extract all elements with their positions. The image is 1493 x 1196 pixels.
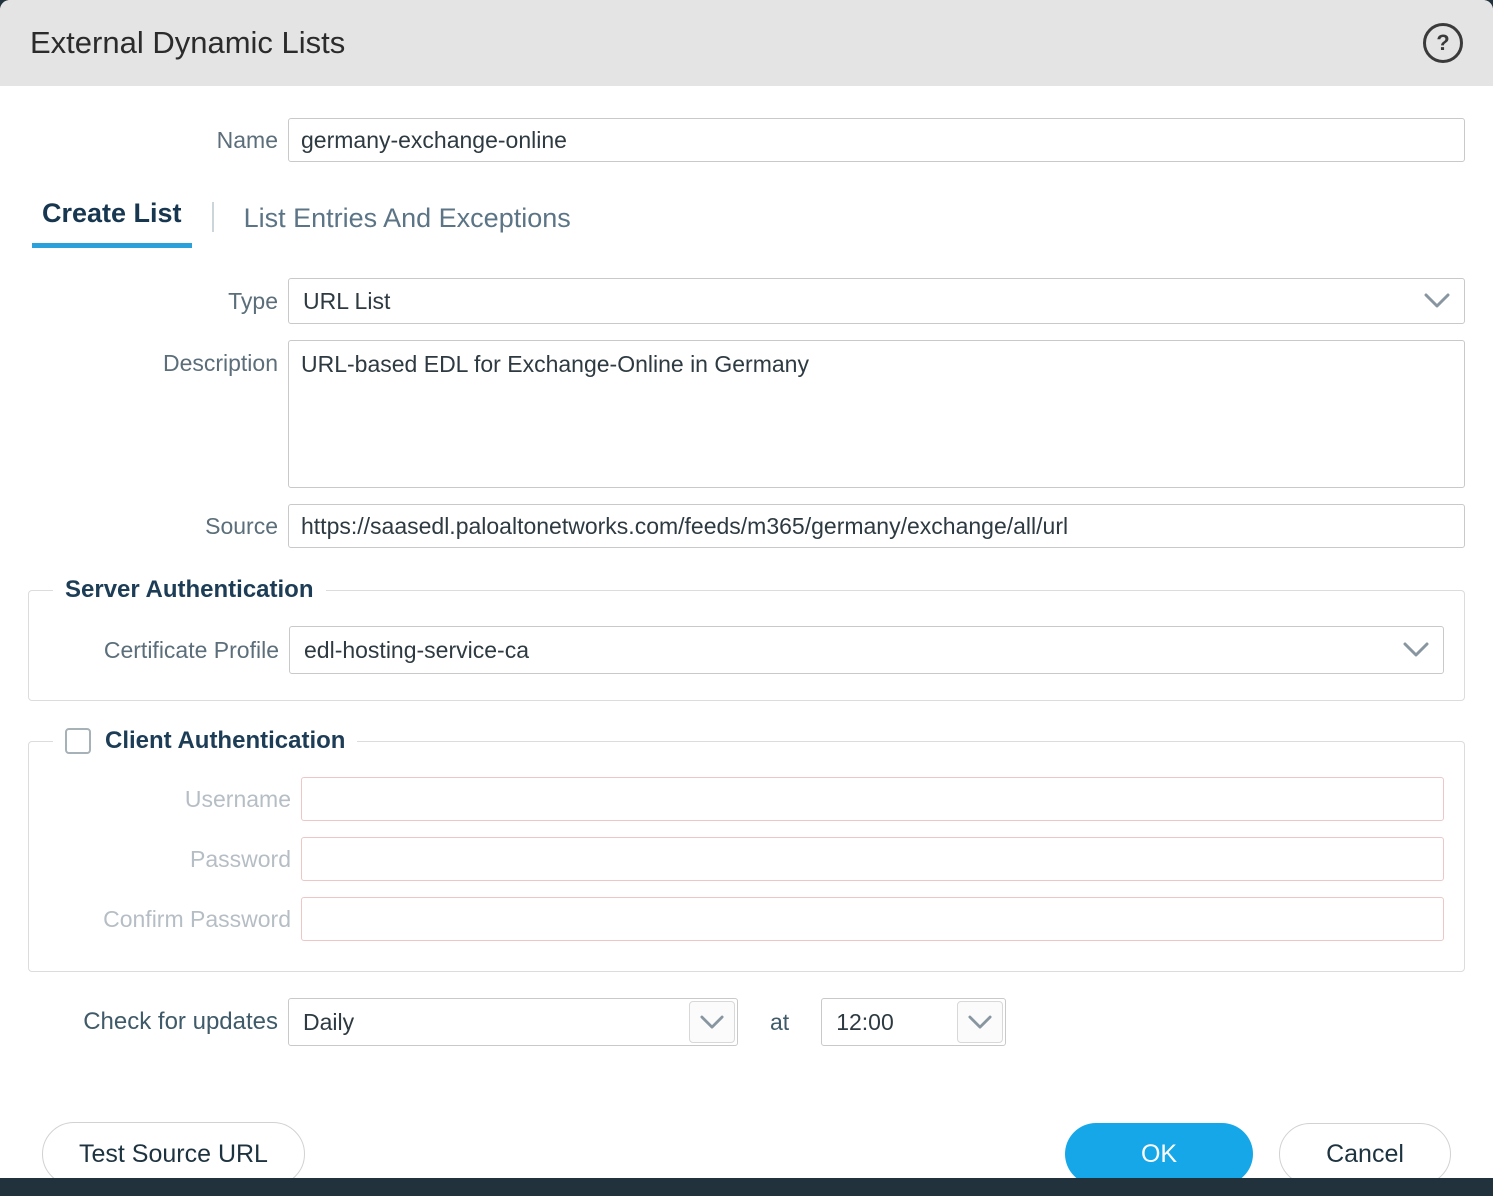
- name-row: Name: [28, 118, 1465, 162]
- client-authentication-title: Client Authentication: [105, 727, 345, 755]
- check-for-updates-controls: Daily at 12:00: [288, 998, 1465, 1046]
- chevron-down-icon: [957, 1001, 1003, 1043]
- name-label: Name: [28, 127, 278, 154]
- tab-create-list[interactable]: Create List: [32, 198, 192, 248]
- update-frequency-select[interactable]: Daily: [288, 998, 738, 1046]
- server-authentication-title: Server Authentication: [65, 576, 314, 604]
- username-label: Username: [29, 786, 291, 813]
- external-dynamic-lists-dialog: External Dynamic Lists ? Name Create Lis…: [0, 0, 1493, 1178]
- username-row: Username: [29, 777, 1444, 821]
- tab-bar: Create List List Entries And Exceptions: [32, 198, 1465, 248]
- description-label: Description: [28, 340, 278, 377]
- type-row: Type URL List: [28, 278, 1465, 324]
- username-input[interactable]: [301, 777, 1444, 821]
- client-authentication-section: Client Authentication Username Password …: [28, 727, 1465, 972]
- chevron-down-icon: [1403, 642, 1429, 658]
- client-authentication-checkbox[interactable]: [65, 728, 91, 754]
- certificate-profile-select[interactable]: edl-hosting-service-ca: [289, 626, 1444, 674]
- source-input[interactable]: [288, 504, 1465, 548]
- check-for-updates-row: Check for updates Daily at 12:00: [28, 998, 1465, 1046]
- confirm-password-row: Confirm Password: [29, 897, 1444, 941]
- source-row: Source: [28, 504, 1465, 548]
- dialog-body: Name Create List List Entries And Except…: [0, 86, 1493, 1178]
- dialog-header: External Dynamic Lists ?: [0, 0, 1493, 86]
- cancel-button[interactable]: Cancel: [1279, 1123, 1451, 1178]
- server-authentication-legend: Server Authentication: [53, 576, 326, 604]
- dialog-title: External Dynamic Lists: [30, 25, 345, 61]
- certificate-profile-row: Certificate Profile edl-hosting-service-…: [29, 626, 1444, 674]
- type-label: Type: [28, 288, 278, 315]
- password-row: Password: [29, 837, 1444, 881]
- update-time-select[interactable]: 12:00: [821, 998, 1006, 1046]
- certificate-profile-select-value: edl-hosting-service-ca: [304, 637, 529, 664]
- help-icon[interactable]: ?: [1423, 23, 1463, 63]
- tab-separator: [212, 202, 214, 232]
- dialog-footer: Test Source URL OK Cancel: [28, 1122, 1465, 1178]
- footer-action-buttons: OK Cancel: [1065, 1123, 1451, 1178]
- check-for-updates-label: Check for updates: [28, 1008, 278, 1036]
- certificate-profile-label: Certificate Profile: [29, 637, 279, 664]
- name-input[interactable]: [288, 118, 1465, 162]
- password-input[interactable]: [301, 837, 1444, 881]
- test-source-url-button[interactable]: Test Source URL: [42, 1122, 305, 1178]
- confirm-password-label: Confirm Password: [29, 906, 291, 933]
- at-label: at: [770, 1009, 789, 1036]
- description-row: Description URL-based EDL for Exchange-O…: [28, 340, 1465, 488]
- update-time-value: 12:00: [836, 1009, 894, 1036]
- type-select-value: URL List: [303, 288, 390, 315]
- password-label: Password: [29, 846, 291, 873]
- description-textarea[interactable]: URL-based EDL for Exchange-Online in Ger…: [288, 340, 1465, 488]
- source-label: Source: [28, 513, 278, 540]
- server-authentication-section: Server Authentication Certificate Profil…: [28, 576, 1465, 701]
- type-select[interactable]: URL List: [288, 278, 1465, 324]
- update-frequency-value: Daily: [303, 1009, 354, 1036]
- ok-button[interactable]: OK: [1065, 1123, 1253, 1178]
- confirm-password-input[interactable]: [301, 897, 1444, 941]
- client-authentication-legend: Client Authentication: [53, 727, 357, 755]
- chevron-down-icon: [1424, 293, 1450, 309]
- chevron-down-icon: [689, 1001, 735, 1043]
- tab-list-entries-and-exceptions[interactable]: List Entries And Exceptions: [234, 203, 581, 248]
